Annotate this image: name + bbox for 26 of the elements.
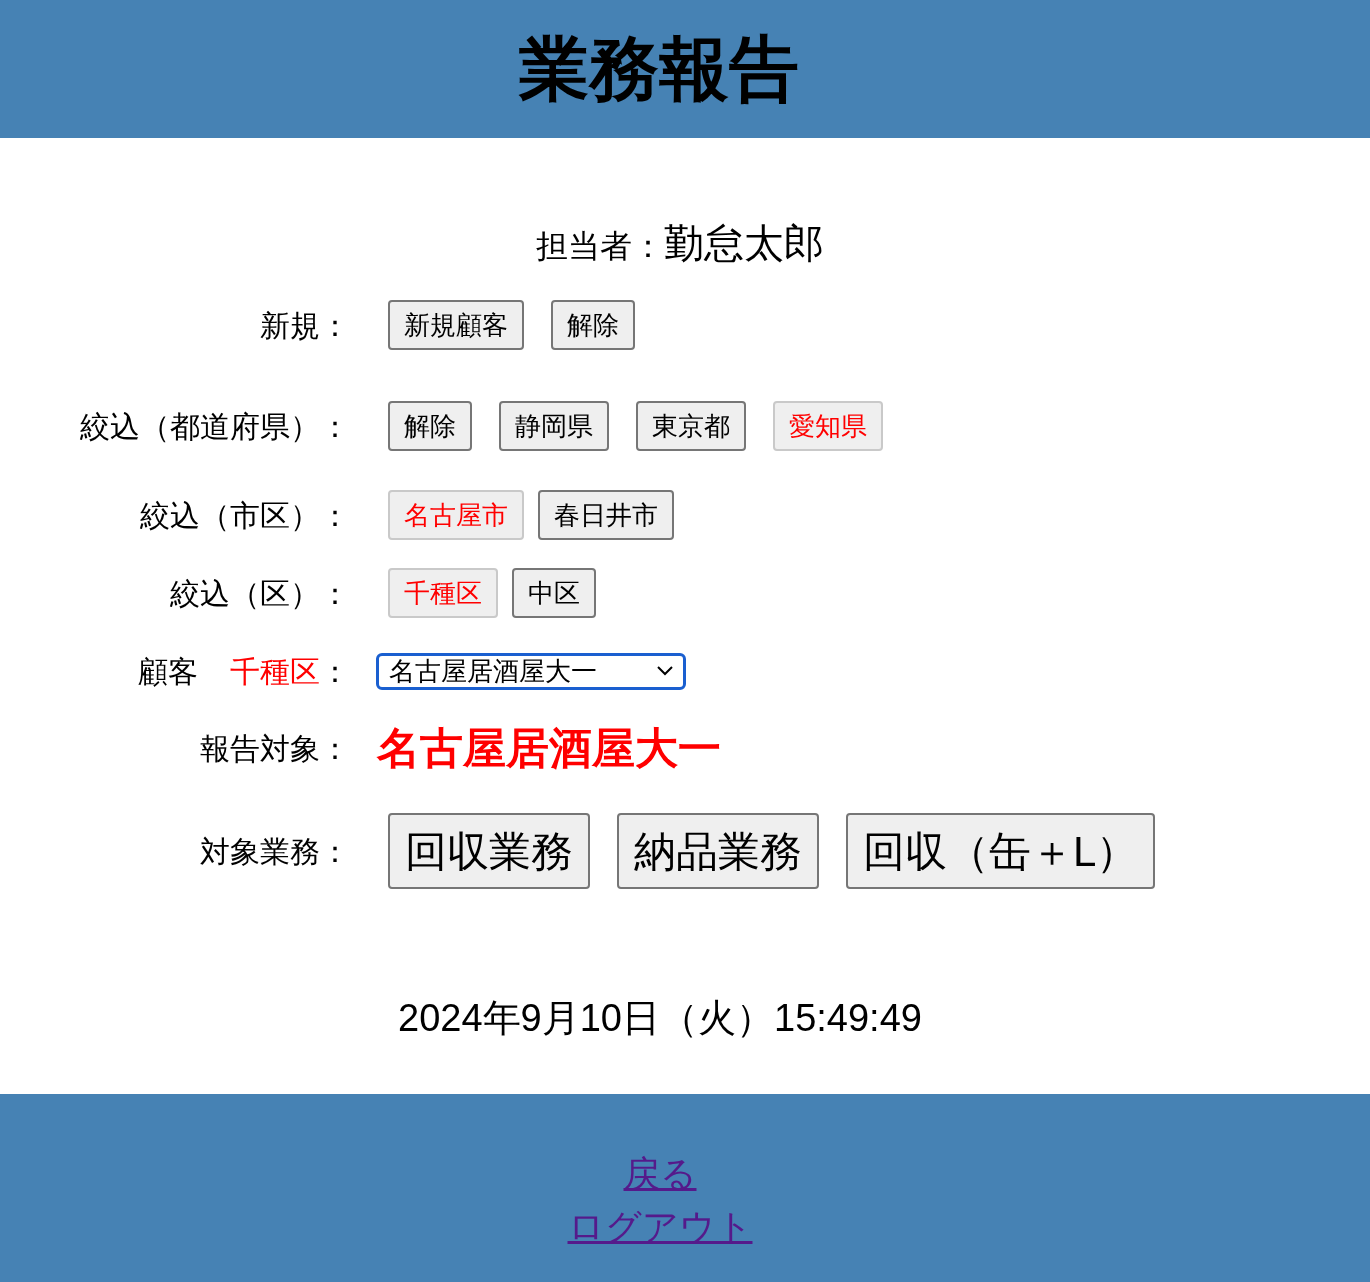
field-label: 絞込（都道府県）：	[80, 408, 350, 445]
work-type-button[interactable]: 納品業務	[617, 813, 819, 889]
filter-button[interactable]: 春日井市	[538, 490, 674, 540]
staff-label: 担当者：	[536, 227, 664, 266]
customer-select[interactable]: 名古屋居酒屋大一	[376, 652, 686, 690]
date-time: 2024年9月10日（火）15:49:49	[398, 995, 922, 1041]
area-label: 千種区	[230, 653, 320, 690]
filter-button[interactable]: 解除	[388, 401, 472, 451]
field-label: 報告対象：	[200, 730, 350, 767]
field-label: 新規：	[260, 307, 350, 344]
page-title: 業務報告	[519, 34, 799, 104]
field-label: 絞込（区）：	[170, 575, 350, 612]
chevron-down-icon	[657, 666, 673, 676]
filter-button[interactable]: 中区	[512, 568, 596, 618]
field-label: 対象業務：	[200, 833, 350, 870]
customer-label: 顧客	[138, 653, 198, 690]
colon-label: ：	[320, 653, 350, 690]
filter-button[interactable]: 静岡県	[499, 401, 609, 451]
work-type-button[interactable]: 回収（缶＋L）	[846, 813, 1156, 889]
staff-name: 勤怠太郎	[664, 220, 824, 267]
work-type-button[interactable]: 回収業務	[388, 813, 590, 889]
new-customer-button[interactable]: 新規顧客	[388, 300, 524, 350]
filter-button[interactable]: 東京都	[636, 401, 746, 451]
report-target-name: 名古屋居酒屋大一	[377, 722, 721, 774]
new-customer-button[interactable]: 解除	[551, 300, 635, 350]
field-label: 絞込（市区）：	[140, 497, 350, 534]
